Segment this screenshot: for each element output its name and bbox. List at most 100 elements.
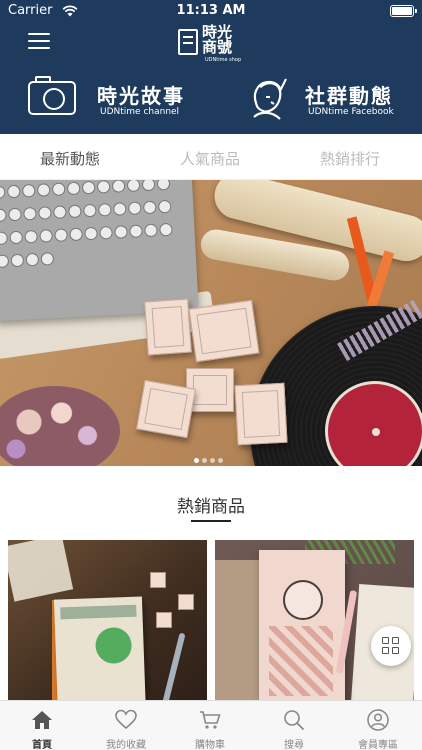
tab-latest[interactable]: 最新動態 [40,148,100,169]
typewriter-key [23,206,37,221]
logo-title: 時光商號 [202,23,233,56]
product-image-board [215,560,265,700]
nav-search[interactable]: 搜尋 [252,701,336,750]
channel-social-subtitle: UDNtime Facebook [308,107,394,117]
product-image-stamp [156,612,172,628]
typewriter-key [156,180,171,191]
product-image-stamp [178,594,194,610]
camera-icon [28,76,76,115]
channel-social-link[interactable]: 社群動態 UDNtime Facebook [246,77,406,121]
book-icon [178,29,198,55]
typewriter-key [54,228,68,242]
typewriter-key [6,184,21,199]
carousel-dot[interactable] [193,458,199,463]
logo-subtitle: UDNtime shop [205,57,242,63]
cart-icon [200,711,221,729]
banner-flowers [0,386,120,466]
typewriter-key [25,252,40,267]
menu-button[interactable] [28,33,50,53]
record-label [325,381,422,466]
channel-story-link[interactable]: 時光故事 UDNtime channel [28,76,203,121]
typewriter-key [142,200,157,215]
typewriter-key [141,180,156,192]
grid-icon [392,647,399,654]
typewriter-key [83,203,97,218]
user-icon [367,709,389,731]
nav-home-label: 首頁 [32,740,52,750]
tab-ranking[interactable]: 熱銷排行 [320,148,380,169]
typewriter-key [111,180,126,193]
typewriter-key [39,229,53,243]
banner-stamp [234,382,288,446]
product-image-book [53,596,147,700]
product-card[interactable] [215,540,414,700]
typewriter-key [24,229,38,244]
typewriter-key [0,231,9,246]
clock: 11:13 AM [176,3,246,18]
heart-icon [115,709,137,730]
tab-bar: 最新動態 人氣商品 熱銷排行 [0,134,422,180]
typewriter-key [9,230,23,245]
typewriter-key [159,222,173,237]
section-title: 熱銷商品 [177,497,245,517]
product-image-stamp [150,572,166,588]
typewriter-key [10,253,25,268]
nav-favorites-label: 我的收藏 [106,740,146,750]
typewriter-key [84,226,98,241]
bottom-nav: 首頁 我的收藏 購物車 搜尋 會員專區 [0,700,422,750]
typewriter-key [114,225,128,239]
menu-icon-bar [28,40,50,42]
carousel-indicator [192,448,224,463]
typewriter-key [69,227,83,242]
nav-member[interactable]: 會員專區 [336,701,420,750]
typewriter-key [8,207,22,222]
typewriter-key [81,180,96,195]
section-underline [191,520,231,522]
typewriter-key [112,202,127,216]
battery-icon [390,5,417,17]
banner-stamp [136,379,196,439]
search-icon [284,710,305,731]
typewriter-key [40,252,55,266]
menu-icon-bar [28,47,50,49]
nav-favorites[interactable]: 我的收藏 [84,701,168,750]
grid-view-button[interactable] [371,626,411,666]
grid-icon [382,647,389,654]
banner-stamp [188,299,260,363]
channel-story-subtitle: UDNtime channel [100,107,180,117]
app-header: 時光商號 UDNtime shop 時光故事 UDNtime channel 社… [0,22,422,134]
typewriter-key [51,182,66,197]
carousel-dot[interactable] [217,458,223,463]
channel-social-title: 社群動態 [305,84,393,108]
typewriter-key [21,183,36,198]
carousel-dot[interactable] [201,458,207,463]
banner-carousel[interactable] [0,180,422,466]
product-image-paper [8,540,74,602]
typewriter-key [157,199,172,214]
typewriter-key [0,208,7,223]
nav-search-label: 搜尋 [284,740,304,750]
status-bar: Carrier 11:13 AM [0,0,422,22]
portrait-icon [253,78,287,120]
app-logo[interactable]: 時光商號 UDNtime shop [178,25,248,65]
nav-cart-label: 購物車 [195,740,225,750]
typewriter-key [38,206,52,220]
typewriter-key [66,181,81,196]
home-icon [32,711,52,729]
nav-home[interactable]: 首頁 [0,701,84,750]
typewriter-key [98,202,112,217]
nav-member-label: 會員專區 [358,740,398,750]
channel-story-title: 時光故事 [97,84,185,108]
carousel-dot[interactable] [209,458,215,463]
product-card[interactable] [8,540,207,700]
banner-stamp [144,298,192,356]
typewriter-keys [0,180,187,275]
typewriter-key [99,225,113,240]
tab-popular[interactable]: 人氣商品 [180,148,240,169]
nav-cart[interactable]: 購物車 [168,701,252,750]
typewriter-key [53,205,67,219]
typewriter-key [68,204,82,219]
grid-icon [382,637,389,644]
typewriter-key [36,183,51,197]
typewriter-key [126,180,141,193]
